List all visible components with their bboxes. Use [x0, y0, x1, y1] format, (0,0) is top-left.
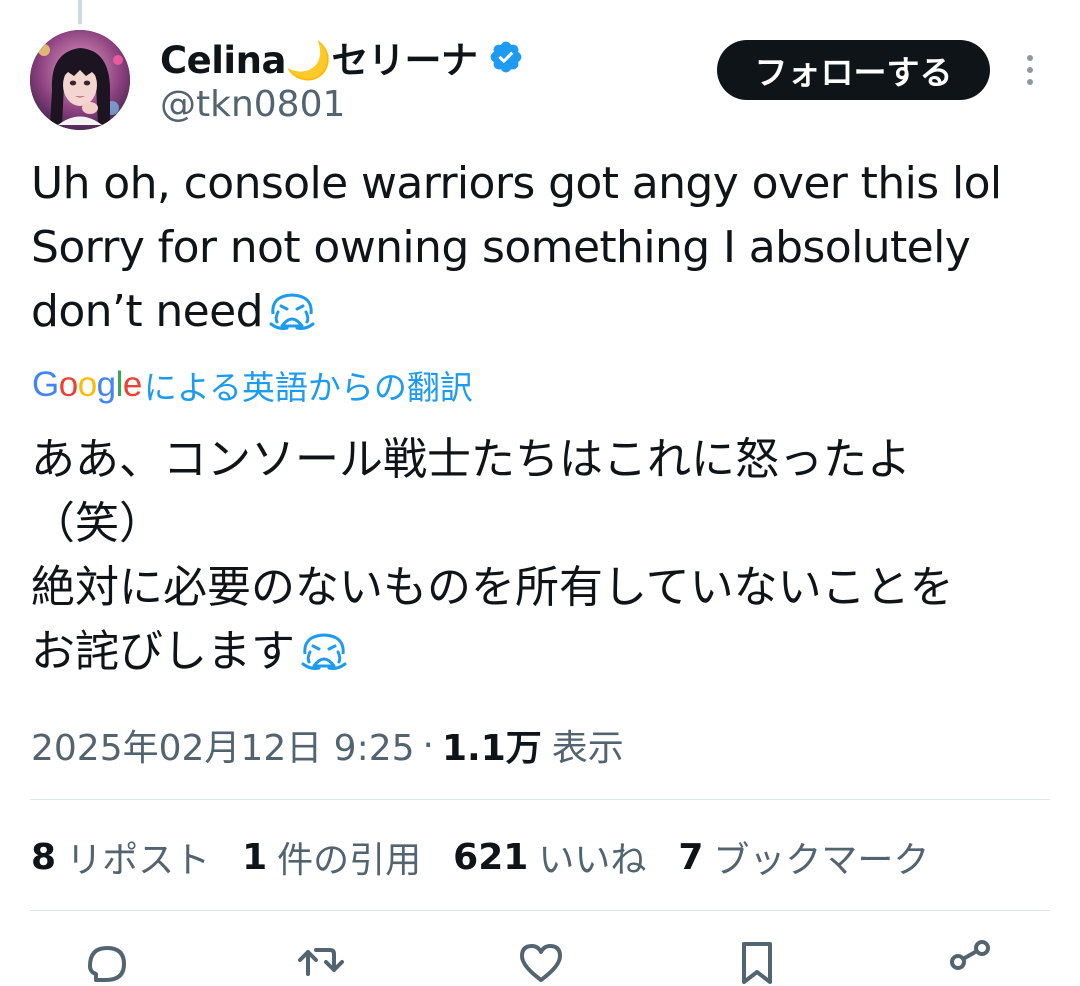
views-count: 1.1万 [441, 728, 542, 769]
translated-line: 絶対に必要のないものを所有していないことを [31, 562, 954, 613]
thread-connector-line [78, 0, 82, 24]
tweet-line: Sorry for not owning something I absolut… [31, 222, 971, 273]
divider [30, 799, 1050, 800]
stat-reposts[interactable]: 8 リポスト [31, 831, 210, 883]
divider [30, 910, 1050, 911]
translate-attribution[interactable]: Google による英語からの翻訳 [32, 362, 473, 408]
user-handle[interactable]: @tkn0801 [160, 84, 345, 125]
tweet-text: Uh oh, console warriors got angy over th… [31, 152, 1051, 344]
google-letter: e [122, 365, 142, 404]
stat-count: 621 [453, 836, 529, 878]
user-name-row[interactable]: Celina🌙セリーナ [160, 34, 524, 82]
google-letter: l [115, 365, 124, 404]
stat-label: リポスト [66, 840, 211, 881]
stat-likes[interactable]: 621 いいね [453, 831, 646, 883]
translated-line: ああ、コンソール戦士たちはこれに怒ったよ [31, 434, 911, 485]
stat-count: 1 [242, 836, 268, 878]
stat-count: 7 [678, 836, 704, 878]
crying-face-emoji-icon [301, 633, 347, 670]
google-letter: g [96, 365, 116, 404]
stat-label: いいね [538, 840, 647, 881]
translate-label[interactable]: による英語からの翻訳 [144, 361, 473, 409]
timestamp[interactable]: 2025年02月12日 9:25 [31, 719, 415, 771]
more-vertical-icon[interactable] [1016, 52, 1044, 88]
tweet-line-text: don’t need [31, 286, 264, 337]
follow-button[interactable]: フォローする [717, 40, 990, 100]
stat-bookmarks[interactable]: 7 ブックマーク [678, 831, 929, 883]
bookmark-icon[interactable] [732, 936, 782, 986]
translated-line-text: お詫びします [31, 626, 295, 677]
reply-icon[interactable] [82, 936, 132, 986]
translated-line: （笑） [31, 498, 163, 549]
google-letter: o [77, 365, 97, 404]
crying-face-emoji-icon [269, 293, 315, 330]
stat-quotes[interactable]: 1 件の引用 [242, 831, 421, 883]
google-logo: Google [32, 365, 142, 405]
avatar[interactable] [30, 30, 130, 130]
display-name[interactable]: Celina🌙セリーナ [160, 30, 478, 84]
action-bar [0, 936, 1080, 984]
stat-count: 8 [31, 836, 57, 878]
translated-line-last: お詫びします [31, 620, 1061, 684]
stat-label: ブックマーク [713, 840, 930, 881]
translated-text: ああ、コンソール戦士たちはこれに怒ったよ （笑） 絶対に必要のないものを所有して… [31, 428, 1061, 684]
verified-badge-icon [490, 41, 521, 73]
repost-icon[interactable] [296, 936, 346, 986]
tweet-meta: 2025年02月12日 9:25 · 1.1万 表示 [31, 718, 624, 772]
stat-label: 件の引用 [277, 840, 422, 881]
google-letter: G [32, 365, 59, 404]
like-icon[interactable] [516, 936, 566, 986]
share-icon[interactable] [946, 936, 996, 986]
views-label: 表示 [551, 728, 624, 769]
tweet-line-last: don’t need [31, 280, 1051, 344]
meta-separator: · [422, 724, 434, 766]
engagement-stats: 8 リポスト 1 件の引用 621 いいね 7 ブックマーク [31, 830, 961, 884]
google-letter: o [58, 365, 78, 404]
tweet-line: Uh oh, console warriors got angy over th… [31, 158, 1002, 209]
